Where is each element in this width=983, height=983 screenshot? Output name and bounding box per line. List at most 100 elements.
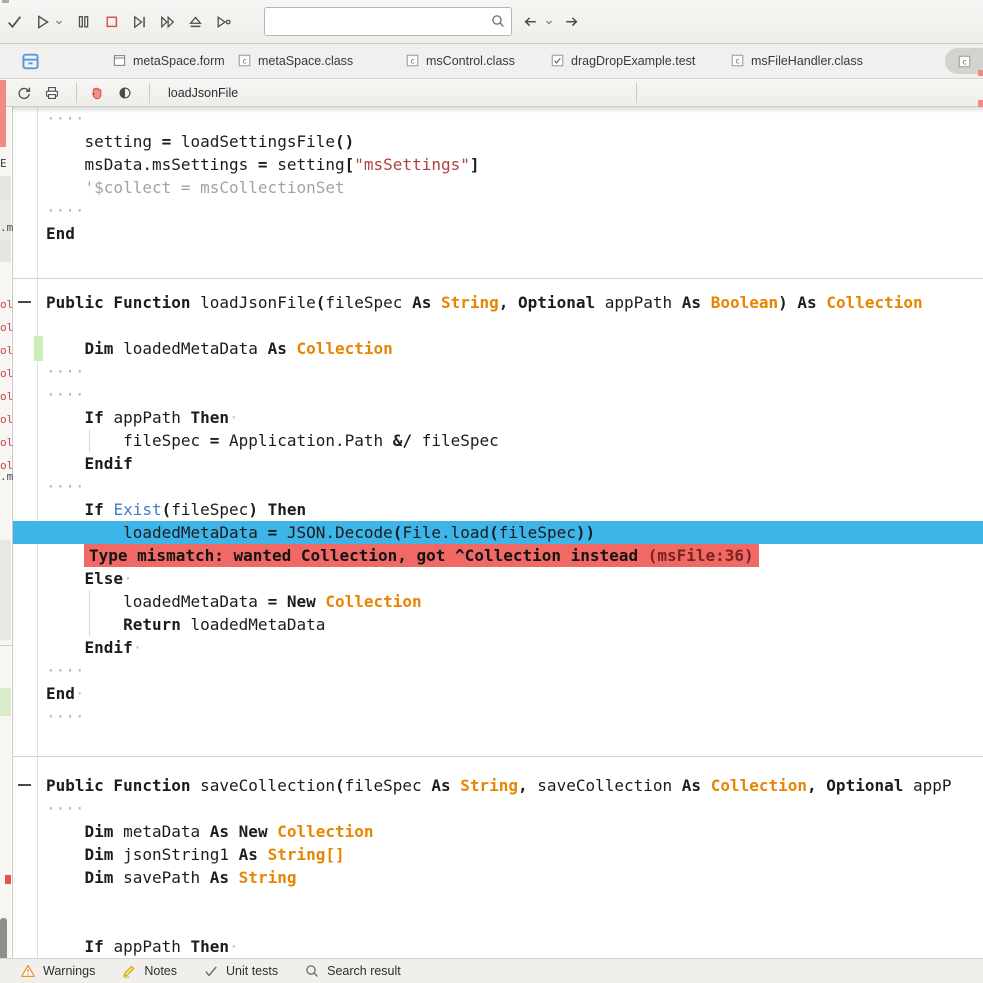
indent-guide <box>89 613 90 636</box>
back-button-dropdown[interactable] <box>542 8 555 35</box>
code-line[interactable] <box>13 751 983 774</box>
pause-button[interactable] <box>74 8 93 35</box>
compile-check-button[interactable] <box>5 8 24 35</box>
code-line[interactable]: If Exist(fileSpec) Then <box>13 498 983 521</box>
indent-guide <box>89 590 90 613</box>
code-editor[interactable]: ···· setting = loadSettingsFile() msData… <box>12 107 983 958</box>
code-line[interactable]: Public Function loadJsonFile(fileSpec As… <box>13 291 983 314</box>
code-line[interactable]: Public Function saveCollection(fileSpec … <box>13 774 983 797</box>
code-line[interactable]: loadedMetaData = New Collection <box>13 590 983 613</box>
code-line[interactable]: Dim jsonString1 As String[] <box>13 843 983 866</box>
whitespace-line[interactable]: ···· <box>13 659 983 682</box>
tab-metaSpace.form[interactable]: metaSpace.form <box>112 53 225 68</box>
project-icon-button[interactable] <box>20 51 41 72</box>
watch-button[interactable] <box>113 79 137 106</box>
step-into-icon <box>131 13 148 30</box>
run-button[interactable] <box>33 8 52 35</box>
fold-collapse-icon[interactable] <box>18 784 31 786</box>
toolbar-separator <box>149 82 150 103</box>
code-line[interactable]: '$collect = msCollectionSet <box>13 176 983 199</box>
panel-block <box>0 540 11 640</box>
code-line[interactable]: If appPath Then· <box>13 406 983 429</box>
file-tab-bar: metaSpace.form c metaSpace.class c msControl… <box>0 44 983 79</box>
print-icon <box>44 85 60 101</box>
whitespace-line[interactable]: ···· <box>13 475 983 498</box>
whitespace-line[interactable]: ···· <box>13 360 983 383</box>
fold-collapse-icon[interactable] <box>18 301 31 303</box>
bottom-panel-tabs: Warnings Notes Unit tests Search result <box>0 958 983 983</box>
tab-msControl.class[interactable]: c msControl.class <box>405 53 515 68</box>
run-button-dropdown[interactable] <box>52 8 65 35</box>
panel-text-fragment: .m <box>0 221 14 234</box>
code-line[interactable]: Endif· <box>13 636 983 659</box>
code-line[interactable]: msData.msSettings = setting["msSettings"… <box>13 153 983 176</box>
svg-text:c: c <box>735 57 740 66</box>
error-highlight-bar: Type mismatch: wanted Collection, got ^C… <box>84 544 759 567</box>
tab-label: msFileHandler.class <box>751 53 863 68</box>
warnings-tab[interactable]: Warnings <box>20 963 95 979</box>
tab-dragDropExample.test[interactable]: dragDropExample.test <box>550 53 695 68</box>
code-line[interactable]: Dim metaData As New Collection <box>13 820 983 843</box>
tab-metaSpace.class[interactable]: c metaSpace.class <box>237 53 353 68</box>
code-line[interactable] <box>13 245 983 268</box>
whitespace-line[interactable]: ···· <box>13 797 983 820</box>
notes-tab[interactable]: Notes <box>121 963 177 979</box>
status-tab-label: Unit tests <box>226 964 279 978</box>
step-over-button[interactable] <box>158 8 177 35</box>
tab-msFileHandler.class[interactable]: c msFileHandler.class <box>730 53 863 68</box>
step-into-button[interactable] <box>130 8 149 35</box>
background-window-red-sliver-right-2 <box>978 100 983 107</box>
whitespace-line[interactable]: ···· <box>13 383 983 406</box>
code-line[interactable] <box>13 912 983 935</box>
trailing-space-dot: · <box>132 638 143 657</box>
current-execution-line[interactable]: loadedMetaData = JSON.Decode(File.load(f… <box>13 521 983 544</box>
search-result-tab[interactable]: Search result <box>304 963 401 979</box>
code-line[interactable] <box>13 728 983 751</box>
forward-button[interactable] <box>561 8 581 35</box>
panel-text-fragment: .m <box>0 470 14 483</box>
code-line[interactable]: setting = loadSettingsFile() <box>13 130 983 153</box>
class-icon: c <box>957 54 972 69</box>
breakpoint-button[interactable] <box>85 79 109 106</box>
trailing-space-dot: · <box>229 408 239 427</box>
panel-text-fragment: E <box>0 157 7 170</box>
forward-icon <box>563 13 580 30</box>
editor-top-shadow <box>12 107 983 113</box>
watch-icon <box>117 85 133 101</box>
back-button[interactable] <box>520 8 540 35</box>
code-line[interactable]: End· <box>13 682 983 705</box>
run-icon <box>34 13 51 30</box>
window-corner-artifact <box>2 0 9 3</box>
code-line[interactable]: Return loadedMetaData <box>13 613 983 636</box>
tab-label: metaSpace.class <box>258 53 354 68</box>
code-line[interactable]: If appPath Then· <box>13 935 983 958</box>
reload-button[interactable] <box>12 79 36 106</box>
panel-text-fragment: ol <box>0 298 14 311</box>
pause-icon <box>75 13 92 30</box>
step-out-icon <box>187 13 204 30</box>
unit-tests-icon <box>203 963 219 979</box>
code-line[interactable] <box>13 889 983 912</box>
code-line[interactable]: Dim loadedMetaData As Collection <box>13 336 983 361</box>
unit-tests-tab[interactable]: Unit tests <box>203 963 278 979</box>
code-line[interactable]: fileSpec = Application.Path &/ fileSpec <box>13 429 983 452</box>
code-line[interactable] <box>13 314 983 337</box>
indent-guide <box>89 429 90 452</box>
trailing-space-dot: · <box>123 569 133 588</box>
code-line[interactable] <box>13 268 983 291</box>
stop-button[interactable] <box>102 8 121 35</box>
whitespace-line[interactable]: ···· <box>13 199 983 222</box>
print-button[interactable] <box>40 79 64 106</box>
whitespace-line[interactable]: ···· <box>13 705 983 728</box>
panel-text-fragment: ol <box>0 413 14 426</box>
code-line[interactable]: Else· <box>13 567 983 590</box>
error-message-line[interactable]: Type mismatch: wanted Collection, got ^C… <box>13 544 983 567</box>
step-out-button[interactable] <box>186 8 205 35</box>
code-line[interactable]: End <box>13 222 983 245</box>
code-line[interactable]: Endif <box>13 452 983 475</box>
code-line[interactable]: Dim savePath As String <box>13 866 983 889</box>
run-to-cursor-button[interactable] <box>214 8 233 35</box>
panel-text-fragment: ol <box>0 344 14 357</box>
search-input[interactable] <box>269 9 483 34</box>
procedure-selector[interactable]: loadJsonFile <box>168 86 983 177</box>
